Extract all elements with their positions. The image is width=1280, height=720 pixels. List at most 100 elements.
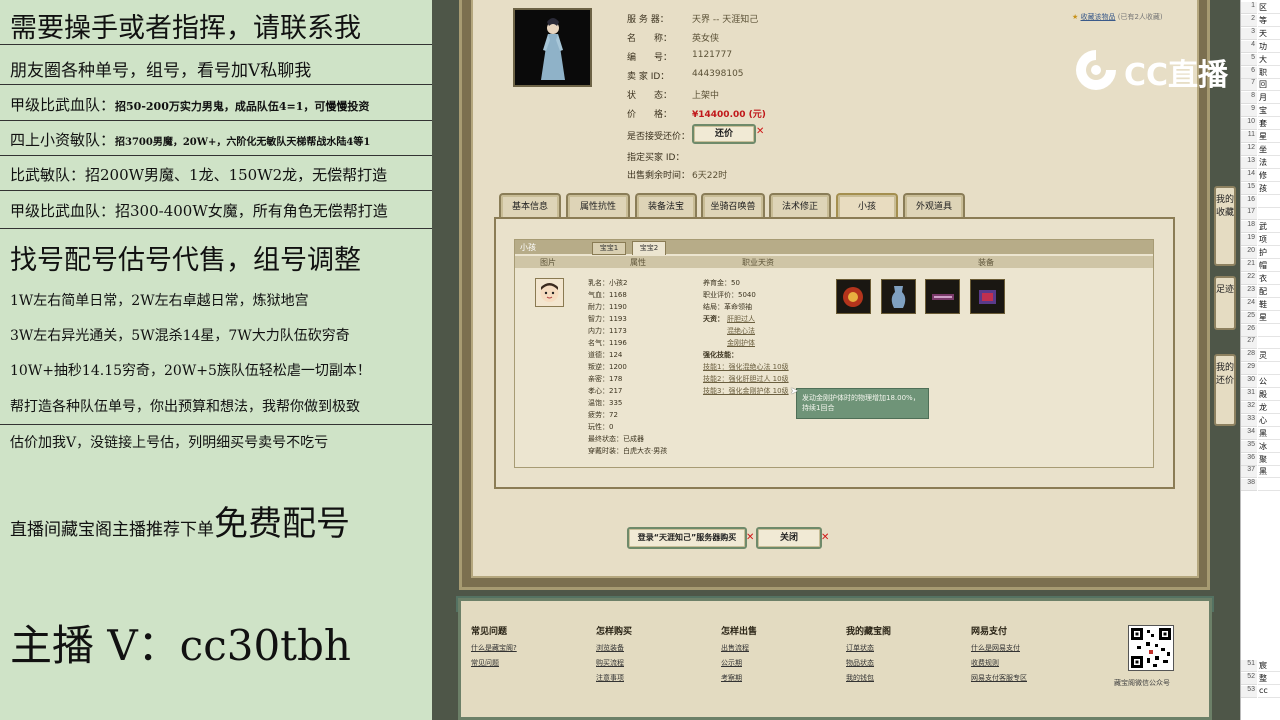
footer-link-inspect[interactable]: 考察期	[721, 673, 742, 683]
tab-mounts[interactable]: 坐骑召唤兽	[701, 193, 765, 219]
talent-link-1[interactable]: 肝胆过人	[727, 314, 755, 324]
tab-appearance[interactable]: 外观道具	[903, 193, 965, 219]
sheet-cell[interactable]: 灵	[1258, 350, 1280, 363]
sheet-cell[interactable]: 聚	[1258, 454, 1280, 466]
sheet-row-number[interactable]: 29	[1241, 363, 1257, 376]
sheet-row-number[interactable]: 35	[1241, 440, 1257, 453]
sheet-row-number[interactable]: 26	[1241, 324, 1257, 337]
footer-link-netease-pay[interactable]: 什么是网易支付	[971, 643, 1020, 653]
sheet-cell[interactable]: 龙	[1258, 402, 1280, 414]
sheet-cell[interactable]: 套	[1258, 118, 1280, 131]
sheet-cell[interactable]: 鞋	[1258, 299, 1280, 311]
equip-slot-4[interactable]	[970, 279, 1005, 314]
skill-link-1[interactable]: 技能1：强化混绝心法 10级	[703, 362, 789, 372]
sheet-row-number[interactable]: 30	[1241, 376, 1257, 389]
sheet-row-number[interactable]: 9	[1241, 105, 1257, 118]
footer-link-item-status[interactable]: 物品状态	[846, 658, 874, 668]
sheet-cell[interactable]: 法	[1258, 157, 1280, 169]
sheet-row-number[interactable]: 19	[1241, 234, 1257, 247]
sheet-row-number[interactable]: 21	[1241, 260, 1257, 272]
side-tab-footprints[interactable]: 足迹	[1214, 276, 1236, 330]
equip-slot-1[interactable]	[836, 279, 871, 314]
footer-link-faq[interactable]: 常见问题	[471, 658, 499, 668]
sheet-row-number[interactable]: 11	[1241, 131, 1257, 143]
sheet-row-number[interactable]: 27	[1241, 337, 1257, 350]
sheet-row-number[interactable]: 53	[1241, 685, 1257, 698]
equip-slot-3[interactable]	[925, 279, 960, 314]
sheet-row-number[interactable]: 17	[1241, 208, 1257, 221]
sheet-row-number[interactable]: 31	[1241, 389, 1257, 401]
side-tab-my-bargains[interactable]: 我的还价	[1214, 354, 1236, 426]
login-buy-close-icon[interactable]: ✕	[746, 532, 754, 543]
sheet-row-number[interactable]: 34	[1241, 427, 1257, 440]
tab-basic-info[interactable]: 基本信息	[499, 193, 561, 219]
sheet-cell[interactable]: 宝	[1258, 105, 1280, 118]
sub-tab-baby-2[interactable]: 宝宝2	[632, 241, 666, 255]
sheet-cell[interactable]: 项	[1258, 234, 1280, 247]
sheet-cell[interactable]: 心	[1258, 415, 1280, 427]
bargain-close-icon[interactable]: ✕	[756, 126, 764, 137]
sheet-row-number[interactable]: 36	[1241, 453, 1257, 466]
sheet-cell[interactable]: 星	[1258, 312, 1280, 324]
sheet-row-number[interactable]: 23	[1241, 285, 1257, 298]
sheet-row-number[interactable]: 3	[1241, 27, 1257, 40]
sheet-cell[interactable]: cc	[1258, 686, 1280, 698]
sheet-cell[interactable]: 坐	[1258, 144, 1280, 156]
sheet-cell[interactable]: 武	[1258, 221, 1280, 234]
footer-link-sell-flow[interactable]: 出售流程	[721, 643, 749, 653]
sheet-row-number[interactable]: 24	[1241, 298, 1257, 311]
sheet-cell[interactable]	[1258, 196, 1280, 208]
sheet-cell[interactable]: 功	[1258, 41, 1280, 53]
sheet-row-number[interactable]: 52	[1241, 672, 1257, 685]
sheet-cell[interactable]: 殿	[1258, 389, 1280, 401]
sheet-row-number[interactable]: 4	[1241, 40, 1257, 53]
sheet-cell[interactable]	[1258, 479, 1280, 492]
sheet-row-number[interactable]: 51	[1241, 660, 1257, 672]
sheet-row-number[interactable]: 18	[1241, 221, 1257, 234]
sheet-cell[interactable]	[1258, 363, 1280, 376]
bargain-button[interactable]: 还价	[692, 124, 756, 144]
sheet-cell[interactable]: 公	[1258, 376, 1280, 389]
sheet-row-number[interactable]: 10	[1241, 118, 1257, 131]
skill-link-3[interactable]: 技能3：强化金刚护体 10级	[703, 386, 789, 396]
favorite-link[interactable]: 收藏该物品	[1081, 13, 1116, 21]
talent-link-2[interactable]: 混绝心法	[727, 326, 755, 336]
sheet-cell[interactable]: 天	[1258, 28, 1280, 40]
sheet-row-number[interactable]: 8	[1241, 92, 1257, 105]
sheet-cell[interactable]	[1258, 325, 1280, 337]
login-buy-button[interactable]: 登录“天涯知己”服务器购买	[627, 527, 747, 549]
sheet-row-number[interactable]: 6	[1241, 66, 1257, 79]
sheet-cell[interactable]: 等	[1258, 15, 1280, 27]
sheet-cell[interactable]: 星	[1258, 131, 1280, 143]
sheet-row-number[interactable]: 16	[1241, 195, 1257, 208]
close-button[interactable]: 关闭	[756, 527, 822, 549]
sheet-row-number[interactable]: 37	[1241, 466, 1257, 479]
sheet-cell[interactable]: 大	[1258, 54, 1280, 66]
tab-attributes[interactable]: 属性抗性	[566, 193, 630, 219]
sheet-row-number[interactable]: 20	[1241, 247, 1257, 260]
sheet-cell[interactable]: 宸	[1258, 660, 1280, 672]
footer-link-notice[interactable]: 公示期	[721, 658, 742, 668]
sheet-row-number[interactable]: 33	[1241, 414, 1257, 427]
tab-spells[interactable]: 法术修正	[769, 193, 831, 219]
sheet-cell[interactable]	[1258, 208, 1280, 221]
equip-slot-2[interactable]	[881, 279, 916, 314]
footer-link-pay-support[interactable]: 网易支付客服专区	[971, 673, 1027, 683]
footer-link-wallet[interactable]: 我的钱包	[846, 673, 874, 683]
sheet-cell[interactable]: 冰	[1258, 441, 1280, 453]
sheet-row-number[interactable]: 14	[1241, 169, 1257, 182]
footer-link-browse[interactable]: 浏览装备	[596, 643, 624, 653]
sheet-row-number[interactable]: 13	[1241, 156, 1257, 169]
footer-link-fee[interactable]: 收费规则	[971, 658, 999, 668]
footer-link-notes[interactable]: 注意事项	[596, 673, 624, 683]
sheet-row-number[interactable]: 12	[1241, 143, 1257, 156]
sheet-cell[interactable]: 衣	[1258, 273, 1280, 285]
close-button-x-icon[interactable]: ✕	[821, 532, 829, 543]
sub-tab-baby-1[interactable]: 宝宝1	[592, 242, 626, 255]
sheet-cell[interactable]	[1258, 337, 1280, 350]
talent-link-3[interactable]: 金刚护体	[727, 338, 755, 348]
skill-link-2[interactable]: 技能2：强化肝胆过人 10级	[703, 374, 789, 384]
sheet-row-number[interactable]: 32	[1241, 401, 1257, 414]
sheet-row-number[interactable]: 5	[1241, 53, 1257, 66]
sheet-row-number[interactable]: 7	[1241, 79, 1257, 92]
